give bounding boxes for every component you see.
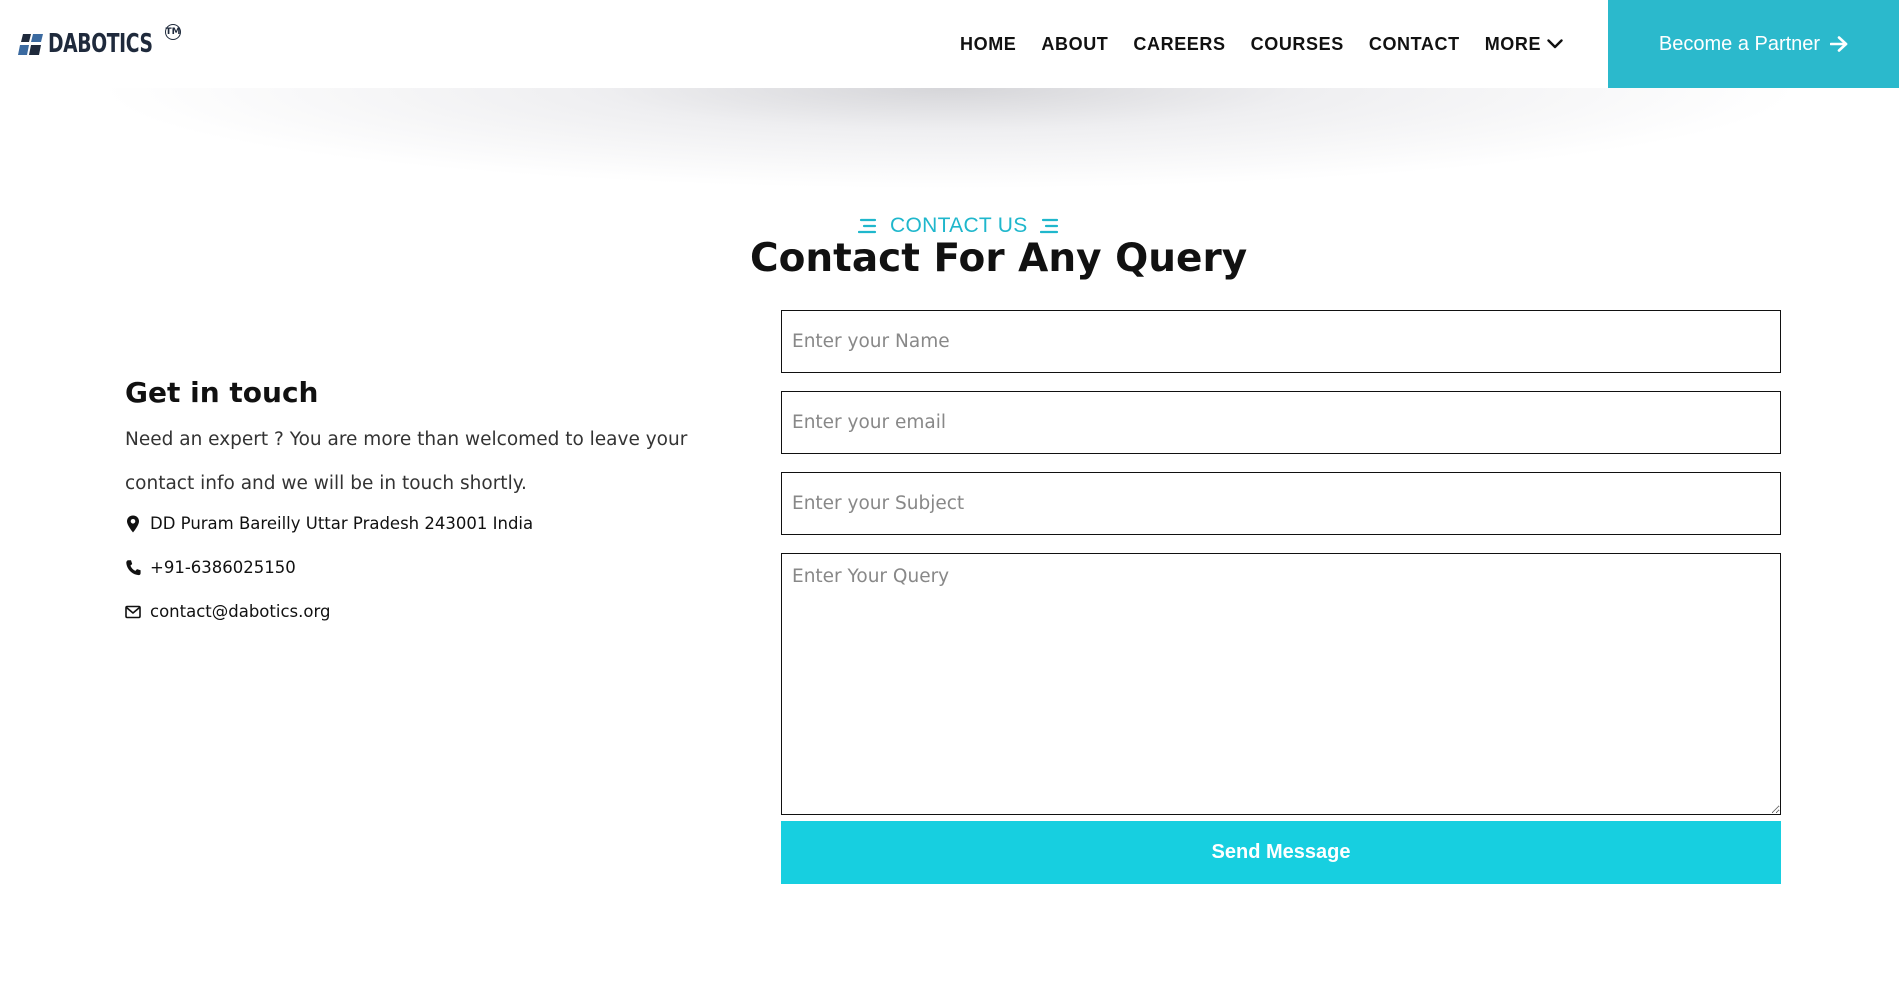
logo-mark-icon <box>18 34 43 55</box>
address-row: DD Puram Bareilly Uttar Pradesh 243001 I… <box>125 514 533 533</box>
become-partner-label: Become a Partner <box>1658 32 1821 55</box>
arrow-right-icon <box>1830 36 1848 52</box>
phone-link[interactable]: +91-6386025150 <box>150 558 296 577</box>
section-eyebrow: CONTACT US <box>858 214 1060 238</box>
menu-lines-icon <box>858 218 877 234</box>
name-input[interactable] <box>781 310 1781 373</box>
become-partner-button[interactable]: Become a Partner <box>1608 0 1899 88</box>
get-in-touch-description: Need an expert ? You are more than welco… <box>125 429 688 494</box>
menu-lines-icon <box>1039 218 1058 234</box>
query-textarea[interactable] <box>781 553 1781 815</box>
nav-more[interactable]: MORE <box>1485 34 1563 55</box>
email-row: contact@dabotics.org <box>125 602 330 621</box>
nav-contact[interactable]: CONTACT <box>1369 34 1460 55</box>
email-link[interactable]: contact@dabotics.org <box>150 602 330 621</box>
brand-name: DABOTICS <box>48 29 153 59</box>
site-header: DABOTICS TM HOME ABOUT CAREERS COURSES C… <box>0 0 1899 88</box>
envelope-icon <box>125 605 141 618</box>
nav-careers[interactable]: CAREERS <box>1133 34 1225 55</box>
chevron-down-icon <box>1547 39 1563 49</box>
map-pin-icon <box>127 515 139 532</box>
page-title: Contact For Any Query <box>750 236 1248 281</box>
subject-input[interactable] <box>781 472 1781 535</box>
phone-icon <box>126 559 141 575</box>
eyebrow-label: CONTACT US <box>890 214 1028 237</box>
trademark-badge: TM <box>165 24 181 40</box>
send-message-button[interactable]: Send Message <box>781 821 1781 884</box>
main-nav: HOME ABOUT CAREERS COURSES CONTACT MORE <box>960 30 1588 58</box>
brand-logo[interactable]: DABOTICS TM <box>17 24 218 64</box>
nav-about[interactable]: ABOUT <box>1041 34 1108 55</box>
get-in-touch-heading: Get in touch <box>125 376 319 409</box>
header-shadow <box>0 88 1899 228</box>
phone-row: +91-6386025150 <box>125 558 296 577</box>
nav-courses[interactable]: COURSES <box>1251 34 1344 55</box>
address-text: DD Puram Bareilly Uttar Pradesh 243001 I… <box>150 514 534 533</box>
nav-home[interactable]: HOME <box>960 34 1016 55</box>
email-input[interactable] <box>781 391 1781 454</box>
nav-more-label: MORE <box>1484 33 1542 54</box>
